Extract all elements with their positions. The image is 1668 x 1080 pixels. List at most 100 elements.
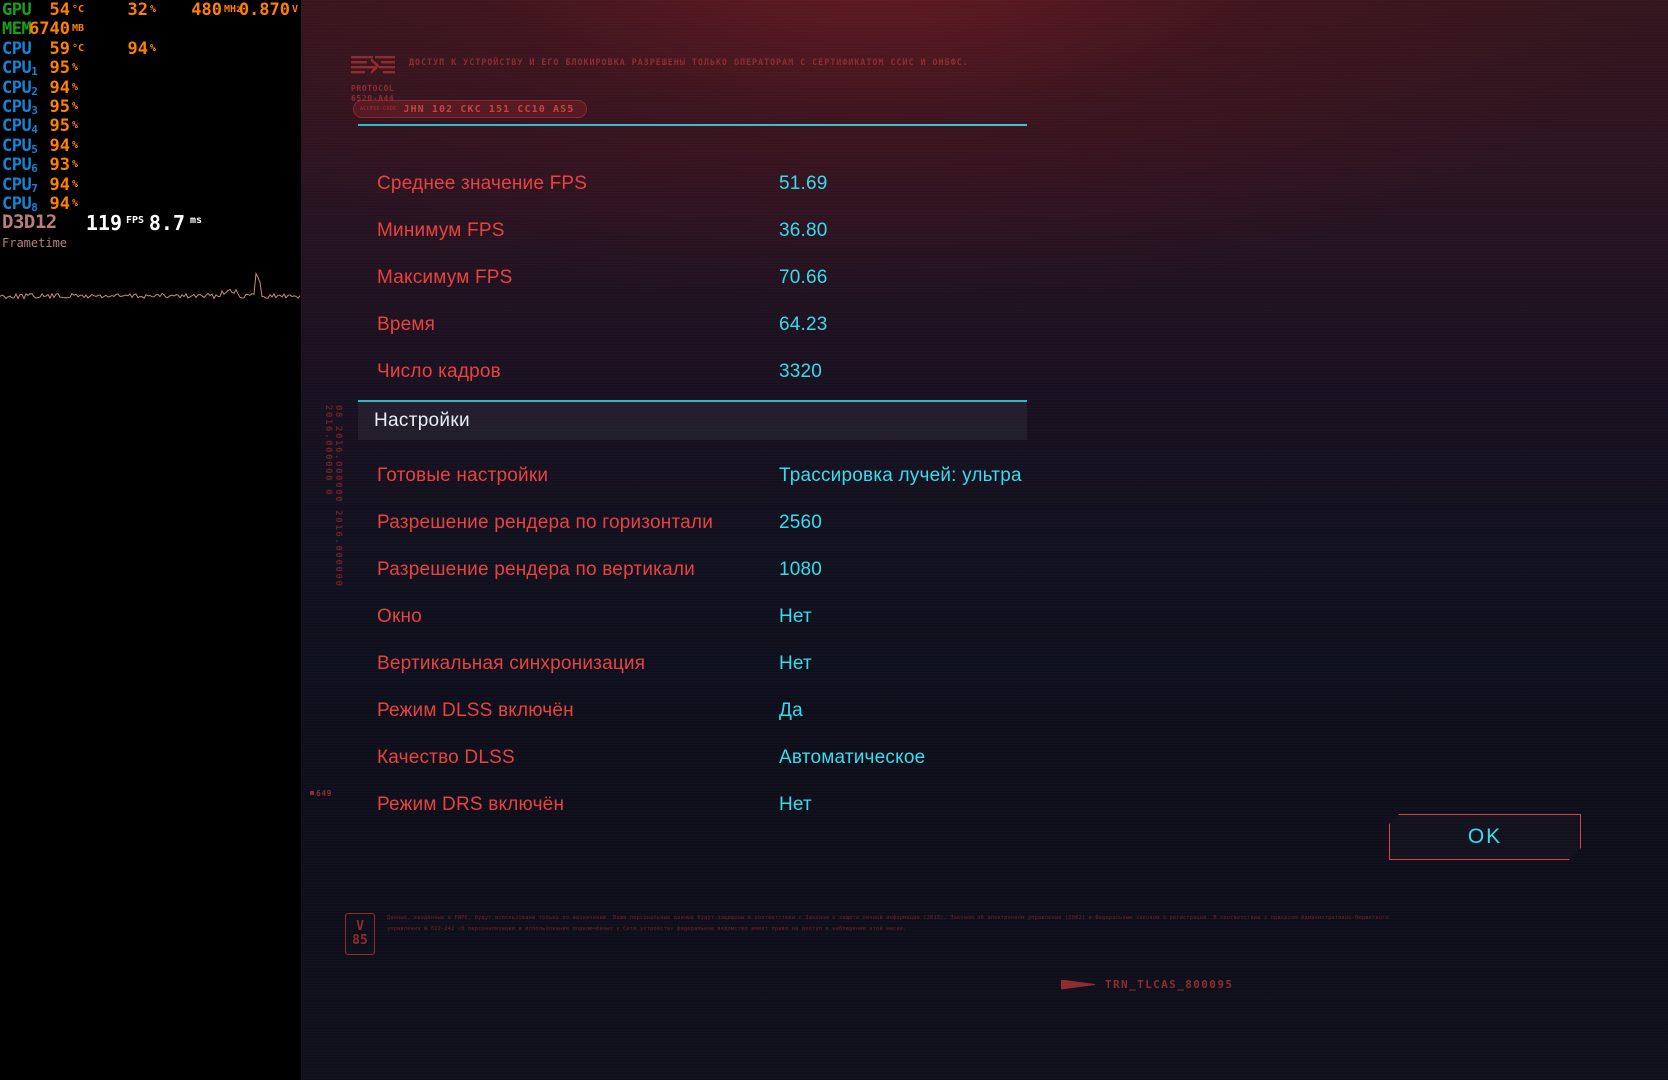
overlay-metric-value: 95 [49, 96, 70, 117]
overlay-metric-value: 95 [49, 116, 70, 137]
access-notice-text: ДОСТУП К УСТРОЙСТВУ И ЕГО БЛОКИРОВКА РАЗ… [409, 58, 969, 68]
setting-row: Готовые настройки Трассировка лучей: ульт… [301, 452, 1668, 499]
screen-root: GPU 54 °C 32% 480 MHz 0.870 V MEM 6740 MB CPU 59 °C 94… [0, 0, 1668, 1080]
overlay-metric-unit: °C [72, 42, 85, 54]
frametime-unit: ms [190, 215, 203, 227]
overlay-metric-unit: % [72, 178, 79, 190]
result-label: Число кадров [377, 360, 501, 382]
frametime-label: Frametime [2, 236, 68, 250]
hardware-monitor-overlay: GPU 54 °C 32% 480 MHz 0.870 V MEM 6740 MB CPU 59 °C 94… [0, 0, 301, 1080]
result-value: 3320 [779, 360, 823, 382]
overlay-metric-unit: MB [72, 23, 85, 35]
footer-code-block: TRN_TLCAS_800095 [1061, 978, 1233, 991]
overlay-metric-unit: % [150, 42, 157, 54]
setting-row: Качество DLSS Автоматическое [301, 734, 1668, 781]
overlay-metric-value: 94 [49, 77, 70, 98]
overlay-metric-row: CPU3 95% [0, 96, 301, 117]
overlay-metric-row: GPU 54 °C 32% 480 MHz 0.870 V [0, 0, 301, 20]
setting-value: Нет [779, 605, 812, 627]
setting-row: Вертикальная синхронизация Нет [301, 640, 1668, 687]
overlay-metric-unit: % [72, 159, 79, 171]
setting-row: Режим DLSS включён Да [301, 687, 1668, 734]
setting-row: Разрешение рендера по вертикали 1080 [301, 546, 1668, 593]
overlay-metric-row: MEM 6740 MB [0, 19, 301, 40]
header-accent-line [358, 124, 1027, 126]
result-value: 64.23 [779, 313, 828, 335]
setting-label: Разрешение рендера по горизонтали [377, 511, 714, 533]
ok-button[interactable]: OK [1389, 814, 1581, 860]
result-value: 51.69 [779, 172, 828, 194]
settings-list: Готовые настройки Трассировка лучей: ульт… [301, 452, 1668, 828]
result-label: Время [377, 313, 436, 335]
access-id-badge: ACCESS CODE JHN 102 CKC 151 CC10 AS5 [353, 100, 588, 118]
overlay-metric-value: 95 [49, 58, 70, 79]
overlay-metric-value: 0.870 [238, 0, 290, 20]
setting-value: Автоматическое [779, 746, 926, 768]
overlay-metric-value: 54 [49, 0, 70, 20]
setting-label: Режим DRS включён [377, 793, 565, 815]
frametime-graph [0, 271, 301, 300]
result-label: Минимум FPS [377, 219, 505, 241]
overlay-metric-row: CPU5 94% [0, 135, 301, 156]
setting-value: Трассировка лучей: ультра [779, 464, 1022, 486]
overlay-metric-value: 94 [49, 174, 70, 195]
setting-value: 1080 [779, 558, 823, 580]
setting-label: Готовые настройки [377, 464, 549, 486]
overlay-metric-unit: % [72, 197, 79, 209]
setting-label: Разрешение рендера по вертикали [377, 558, 695, 580]
settings-title: Настройки [374, 410, 470, 431]
overlay-metric-unit: % [72, 100, 79, 112]
result-row: Время 64.23 [301, 301, 1668, 348]
overlay-metric-unit: % [150, 4, 157, 15]
result-label: Среднее значение FPS [377, 172, 588, 194]
overlay-metric-rows: GPU 54 °C 32% 480 MHz 0.870 V MEM 6740 MB CPU 59 °C 94… [0, 0, 301, 214]
arrow-icon [1061, 979, 1095, 990]
result-row: Число кадров 3320 [301, 348, 1668, 395]
overlay-metric-row: CPU2 94% [0, 77, 301, 98]
result-value: 36.80 [779, 219, 828, 241]
overlay-metric-unit: % [72, 81, 79, 93]
fps-value: 119 [85, 211, 122, 236]
overlay-metric-row: CPU4 95% [0, 116, 301, 137]
result-label: Максимум FPS [377, 266, 513, 288]
overlay-api-row: D3D12 119 FPS 8.7 ms [0, 211, 301, 236]
version-badge-number: 85 [352, 933, 368, 948]
overlay-metric-row: CPU7 94% [0, 174, 301, 195]
footer-transaction-code: TRN_TLCAS_800095 [1105, 978, 1234, 991]
overlay-metric-value: 6740 [29, 19, 70, 40]
overlay-metric-unit: % [72, 120, 79, 132]
overlay-metric-unit: % [72, 62, 79, 74]
api-label: D3D12 [2, 211, 57, 234]
badge-code: JHN 102 CKC 151 CC10 AS5 [403, 103, 575, 115]
version-badge-letter: V [356, 919, 364, 935]
overlay-metric-row: CPU 59 °C 94% [0, 38, 301, 59]
setting-label: Режим DLSS включён [377, 699, 574, 721]
setting-value: 2560 [779, 511, 823, 533]
setting-label: Вертикальная синхронизация [377, 652, 646, 674]
overlay-metric-value: 59 [49, 38, 70, 59]
overlay-metric-value: 32 [127, 0, 148, 20]
legal-text: Данные, введённые в РИРС, будут использо… [387, 915, 1389, 932]
overlay-metric-value: 94 [49, 135, 70, 156]
badge-micro-label: ACCESS CODE [360, 106, 397, 112]
overlay-metric-value: 93 [49, 155, 70, 176]
benchmark-results-panel: PROTOCOL 6520-A44 ДОСТУП К УСТРОЙСТВУ И … [301, 0, 1668, 1080]
setting-row: Окно Нет [301, 593, 1668, 640]
result-row: Минимум FPS 36.80 [301, 207, 1668, 254]
setting-label: Окно [377, 605, 422, 627]
overlay-metric-unit: % [72, 139, 79, 151]
overlay-metric-value: 94 [127, 38, 148, 59]
frametime-value: 8.7 [148, 211, 185, 236]
brand-header: PROTOCOL 6520-A44 ДОСТУП К УСТРОЙСТВУ И … [351, 55, 969, 104]
setting-row: Разрешение рендера по горизонтали 2560 [301, 499, 1668, 546]
setting-label: Качество DLSS [377, 746, 515, 768]
result-row: Максимум FPS 70.66 [301, 254, 1668, 301]
overlay-metric-row: CPU6 93% [0, 155, 301, 176]
settings-title-box: Настройки [358, 402, 1027, 440]
setting-value: Нет [779, 652, 812, 674]
overlay-metric-unit: °C [72, 4, 85, 15]
protocol-logo-icon: PROTOCOL 6520-A44 [351, 55, 395, 104]
version-badge: V 85 [345, 913, 375, 955]
overlay-metric-unit: V [292, 4, 299, 15]
settings-section-header: Настройки [358, 400, 1027, 440]
